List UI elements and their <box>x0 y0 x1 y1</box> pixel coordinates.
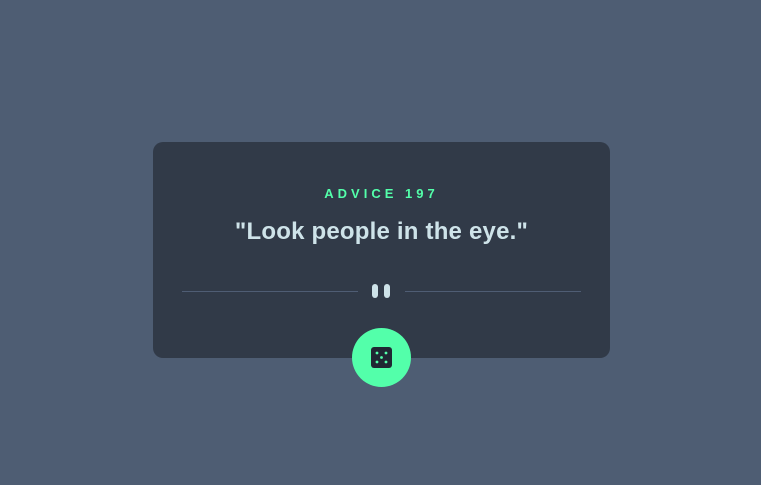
pause-icon <box>372 284 392 298</box>
pause-bar <box>372 284 378 298</box>
pause-bar <box>384 284 390 298</box>
dice-icon <box>371 347 392 368</box>
divider <box>182 283 581 299</box>
advice-quote: "Look people in the eye." <box>234 218 529 245</box>
advice-card: ADVICE 197 "Look people in the eye." <box>153 142 610 358</box>
new-advice-button[interactable] <box>352 328 411 387</box>
divider-line-right <box>405 291 581 292</box>
advice-id-label: ADVICE 197 <box>324 186 439 201</box>
divider-line-left <box>182 291 358 292</box>
